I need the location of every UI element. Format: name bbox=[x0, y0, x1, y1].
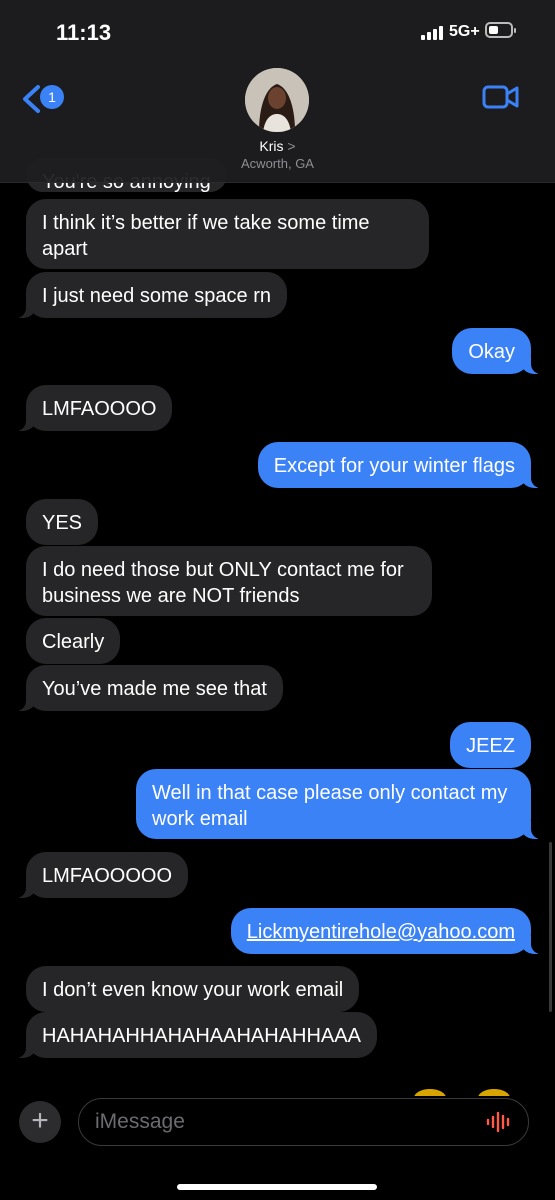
contact-name-text: Kris bbox=[259, 138, 284, 154]
message-bubble-incoming[interactable]: I just need some space rn bbox=[11, 272, 288, 318]
message-text: I think it’s better if we take some time… bbox=[42, 212, 370, 260]
home-indicator bbox=[177, 1184, 377, 1190]
cellular-signal-icon bbox=[421, 26, 443, 40]
message-bubble-outgoing[interactable]: JEEZ bbox=[450, 722, 531, 768]
partial-reaction-icons bbox=[414, 1089, 510, 1096]
chevron-right-icon: > bbox=[287, 138, 296, 154]
message-bubble-incoming[interactable]: LMFAOOOO bbox=[11, 385, 173, 431]
email-link[interactable]: Lickmyentirehole@yahoo.com bbox=[247, 921, 515, 943]
message-input[interactable]: iMessage bbox=[78, 1098, 529, 1146]
network-type: 5G+ bbox=[449, 23, 480, 40]
message-bubble-incoming[interactable]: I do need those but ONLY contact me for … bbox=[26, 546, 432, 616]
message-bubble-incoming[interactable]: Clearly bbox=[26, 618, 121, 664]
message-bubble-incoming[interactable]: YES bbox=[26, 499, 99, 545]
message-input-placeholder: iMessage bbox=[95, 1110, 185, 1133]
message-text: JEEZ bbox=[466, 735, 515, 757]
unread-badge[interactable]: 1 bbox=[40, 85, 64, 109]
battery-icon bbox=[485, 22, 516, 38]
message-text: YES bbox=[42, 512, 83, 534]
status-time: 11:13 bbox=[56, 20, 112, 45]
message-bubble-incoming[interactable]: I don’t even know your work email bbox=[26, 966, 360, 1012]
message-text: LMFAOOOOO bbox=[42, 865, 173, 887]
message-bubble-outgoing[interactable]: Except for your winter flags bbox=[257, 442, 546, 488]
message-bubble-incoming[interactable]: I think it’s better if we take some time… bbox=[26, 199, 429, 269]
audio-waveform-icon[interactable] bbox=[486, 1111, 512, 1133]
message-bubble-incoming[interactable]: LMFAOOOOO bbox=[11, 852, 189, 898]
message-text: You’ve made me see that bbox=[42, 678, 267, 700]
message-text: Well in that case please only contact my… bbox=[152, 782, 508, 830]
avatar[interactable] bbox=[245, 68, 309, 132]
scrollbar[interactable] bbox=[549, 842, 552, 1012]
add-app-button[interactable]: + bbox=[19, 1101, 61, 1143]
message-text: LMFAOOOO bbox=[42, 398, 157, 420]
message-bubble-incoming[interactable]: You’ve made me see that bbox=[12, 665, 283, 711]
message-text: I don’t even know your work email bbox=[42, 979, 344, 1001]
video-call-icon[interactable] bbox=[482, 84, 520, 110]
plus-icon: + bbox=[31, 1104, 49, 1137]
conversation-header: 11:13 5G+ 1 Kris > Acworth, GA bbox=[0, 0, 555, 183]
message-bubble-outgoing[interactable]: Well in that case please only contact my… bbox=[136, 769, 545, 839]
message-text: Okay bbox=[468, 341, 515, 363]
contact-location: Acworth, GA bbox=[241, 156, 314, 171]
message-bubble-outgoing[interactable]: Okay bbox=[452, 328, 545, 374]
message-text: Clearly bbox=[42, 631, 105, 653]
contact-name[interactable]: Kris > bbox=[0, 138, 555, 154]
message-bubble-outgoing[interactable]: Lickmyentirehole@yahoo.com bbox=[230, 908, 546, 954]
contact-photo bbox=[245, 68, 309, 132]
message-text: Except for your winter flags bbox=[273, 455, 515, 477]
message-text: I do need those but ONLY contact me for … bbox=[42, 559, 404, 607]
message-text: I just need some space rn bbox=[42, 285, 272, 307]
message-bubble-incoming[interactable]: HAHAHAHHAHAHAAHAHAHHAAA bbox=[12, 1012, 377, 1058]
message-text: HAHAHAHHAHAHAAHAHAHHAAA bbox=[42, 1025, 361, 1047]
